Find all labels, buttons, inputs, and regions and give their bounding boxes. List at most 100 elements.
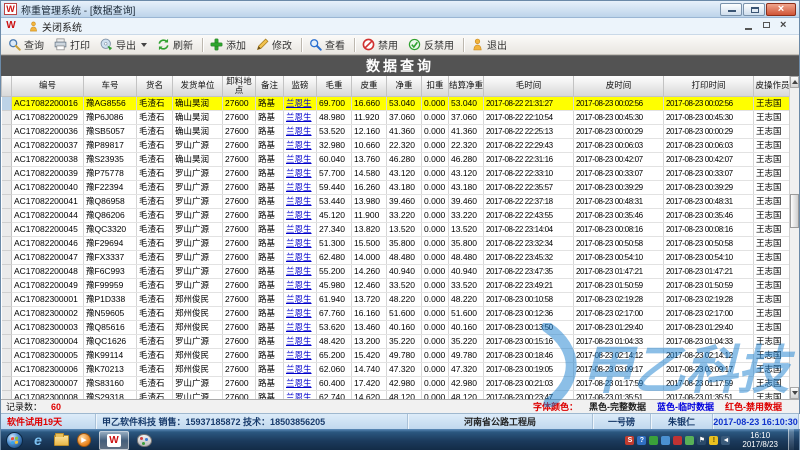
table-row[interactable]: AC17082300002豫N59605毛渣石郑州俊民27600路基兰恩生67.… [2, 306, 792, 320]
table-row[interactable]: AC17082200029豫P6J086毛渣石确山昊润27600路基兰恩生48.… [2, 110, 792, 124]
tray-antivirus-icon[interactable]: S [625, 436, 634, 445]
row-selector-cell[interactable] [2, 264, 12, 278]
row-selector-cell[interactable] [2, 124, 12, 138]
row-selector-cell[interactable] [2, 320, 12, 334]
row-selector-cell[interactable] [2, 362, 12, 376]
column-header-10[interactable]: 扣重 [422, 76, 449, 96]
tray-audio-icon[interactable] [673, 436, 682, 445]
start-button[interactable] [6, 432, 23, 449]
column-header-13[interactable]: 皮时间 [574, 76, 664, 96]
chevron-down-icon[interactable] [141, 43, 147, 47]
row-selector-cell[interactable] [2, 180, 12, 194]
column-header-2[interactable]: 货名 [137, 76, 173, 96]
scroll-down-button[interactable] [790, 387, 799, 399]
media-player-taskbar-button[interactable] [76, 432, 92, 448]
column-header-12[interactable]: 毛时间 [484, 76, 574, 96]
column-header-8[interactable]: 皮重 [352, 76, 387, 96]
row-selector-cell[interactable] [2, 334, 12, 348]
row-selector-cell[interactable] [2, 138, 12, 152]
scrollbar-thumb[interactable] [790, 194, 799, 228]
tray-display-icon[interactable] [661, 436, 670, 445]
taskbar-clock[interactable]: 16:10 2017/8/23 [742, 431, 778, 449]
table-row[interactable]: AC17082200016豫AG8556毛渣石确山昊润27600路基兰恩生69.… [2, 96, 792, 110]
table-row[interactable]: AC17082200045豫QC3320毛渣石罗山广源27600路基兰恩生27.… [2, 222, 792, 236]
row-selector-cell[interactable] [2, 110, 12, 124]
column-header-7[interactable]: 毛重 [317, 76, 352, 96]
column-header-5[interactable]: 备注 [256, 76, 284, 96]
table-row[interactable]: AC17082200041豫Q86958毛渣石罗山广源27600路基兰恩生53.… [2, 194, 792, 208]
column-header-0[interactable]: 编号 [12, 76, 84, 96]
row-selector-cell[interactable] [2, 390, 12, 399]
row-selector-cell[interactable] [2, 250, 12, 264]
vertical-scrollbar[interactable] [789, 76, 799, 399]
table-row[interactable]: AC17082200044豫Q86206毛渣石罗山广源27600路基兰恩生45.… [2, 208, 792, 222]
row-selector-cell[interactable] [2, 306, 12, 320]
cell: 17.420 [352, 376, 387, 390]
mdi-close-button[interactable] [779, 21, 791, 31]
ie-taskbar-button[interactable]: e [30, 432, 46, 448]
toolbar-button-view[interactable]: 查看 [305, 36, 351, 54]
column-header-3[interactable]: 发货单位 [173, 76, 223, 96]
paint-taskbar-button[interactable] [136, 432, 152, 448]
table-row[interactable]: AC17082200048豫F6C993毛渣石罗山广源27600路基兰恩生55.… [2, 264, 792, 278]
show-desktop-button[interactable] [788, 429, 794, 450]
table-row[interactable]: AC17082200049豫F99959毛渣石罗山广源27600路基兰恩生45.… [2, 278, 792, 292]
weighing-app-taskbar-button[interactable]: W [99, 431, 129, 450]
row-selector-cell[interactable] [2, 376, 12, 390]
table-row[interactable]: AC17082200036豫SB5057毛渣石确山昊润27600路基兰恩生53.… [2, 124, 792, 138]
table-row[interactable]: AC17082200046豫F29694毛渣石罗山广源27600路基兰恩生51.… [2, 236, 792, 250]
row-selector-cell[interactable] [2, 208, 12, 222]
toolbar-button-enable[interactable]: 反禁用 [404, 36, 460, 54]
table-row[interactable]: AC17082300003豫Q85616毛渣石郑州俊民27600路基兰恩生53.… [2, 320, 792, 334]
table-row[interactable]: AC17082200040豫F22394毛渣石罗山广源27600路基兰恩生59.… [2, 180, 792, 194]
menu-close-system[interactable]: 关闭系统 [23, 18, 87, 34]
tray-update-icon[interactable] [649, 436, 658, 445]
row-selector-cell[interactable] [2, 194, 12, 208]
table-row[interactable]: AC17082300007豫S83160毛渣石罗山广源27600路基兰恩生60.… [2, 376, 792, 390]
table-row[interactable]: AC17082200039豫P75778毛渣石罗山广源27600路基兰恩生57.… [2, 166, 792, 180]
column-header-9[interactable]: 净重 [387, 76, 422, 96]
tray-help-icon[interactable]: ? [637, 436, 646, 445]
tray-warning-icon[interactable]: ! [709, 436, 718, 445]
mdi-minimize-button[interactable] [743, 21, 755, 31]
row-selector-cell[interactable] [2, 222, 12, 236]
table-row[interactable]: AC17082300004豫QC1626毛渣石罗山广源27600路基兰恩生48.… [2, 334, 792, 348]
toolbar-button-edit[interactable]: 修改 [252, 36, 298, 54]
toolbar-button-print[interactable]: 打印 [50, 36, 96, 54]
row-selector-cell[interactable] [2, 292, 12, 306]
row-selector-cell[interactable] [2, 166, 12, 180]
column-header-14[interactable]: 打印时间 [664, 76, 754, 96]
column-header-1[interactable]: 车号 [84, 76, 137, 96]
table-row[interactable]: AC17082300001豫P1D338毛渣石郑州俊民27600路基兰恩生61.… [2, 292, 792, 306]
row-selector-cell[interactable] [2, 96, 12, 110]
row-selector-cell[interactable] [2, 152, 12, 166]
column-header-11[interactable]: 结算净重 [449, 76, 484, 96]
toolbar-button-disable[interactable]: 禁用 [358, 36, 404, 54]
table-row[interactable]: AC17082200037豫P89817毛渣石罗山广源27600路基兰恩生32.… [2, 138, 792, 152]
table-row[interactable]: AC17082300005豫K99114毛渣石郑州俊民27600路基兰恩生65.… [2, 348, 792, 362]
maximize-button[interactable] [743, 3, 765, 16]
close-button[interactable] [766, 3, 796, 16]
toolbar-button-exit[interactable]: 退出 [467, 36, 513, 54]
table-row[interactable]: AC17082300006豫K70213毛渣石郑州俊民27600路基兰恩生62.… [2, 362, 792, 376]
tray-volume-icon[interactable]: ◄ [721, 436, 730, 445]
mdi-restore-button[interactable] [761, 21, 773, 31]
column-header-15[interactable]: 皮操作员 [754, 76, 792, 96]
table-row[interactable]: AC17082200047豫FX3337毛渣石罗山广源27600路基兰恩生62.… [2, 250, 792, 264]
toolbar-button-add[interactable]: 添加 [206, 36, 252, 54]
row-selector-cell[interactable] [2, 278, 12, 292]
column-header-6[interactable]: 监磅 [284, 76, 317, 96]
toolbar-button-export[interactable]: 导出 [96, 36, 153, 54]
explorer-taskbar-button[interactable] [53, 432, 69, 448]
row-selector-cell[interactable] [2, 236, 12, 250]
table-row[interactable]: AC17082300008豫S29318毛渣石罗山广源27600路基兰恩生62.… [2, 390, 792, 399]
tray-network-icon[interactable] [685, 436, 694, 445]
tray-flag-icon[interactable]: ⚑ [697, 436, 706, 445]
minimize-button[interactable] [720, 3, 742, 16]
scroll-up-button[interactable] [790, 76, 799, 88]
row-selector-cell[interactable] [2, 348, 12, 362]
toolbar-button-refresh[interactable]: 刷新 [153, 36, 199, 54]
table-row[interactable]: AC17082200038豫S23935毛渣石确山昊润27600路基兰恩生60.… [2, 152, 792, 166]
column-header-4[interactable]: 卸料地点 [223, 76, 256, 96]
toolbar-button-query[interactable]: 查询 [4, 36, 50, 54]
